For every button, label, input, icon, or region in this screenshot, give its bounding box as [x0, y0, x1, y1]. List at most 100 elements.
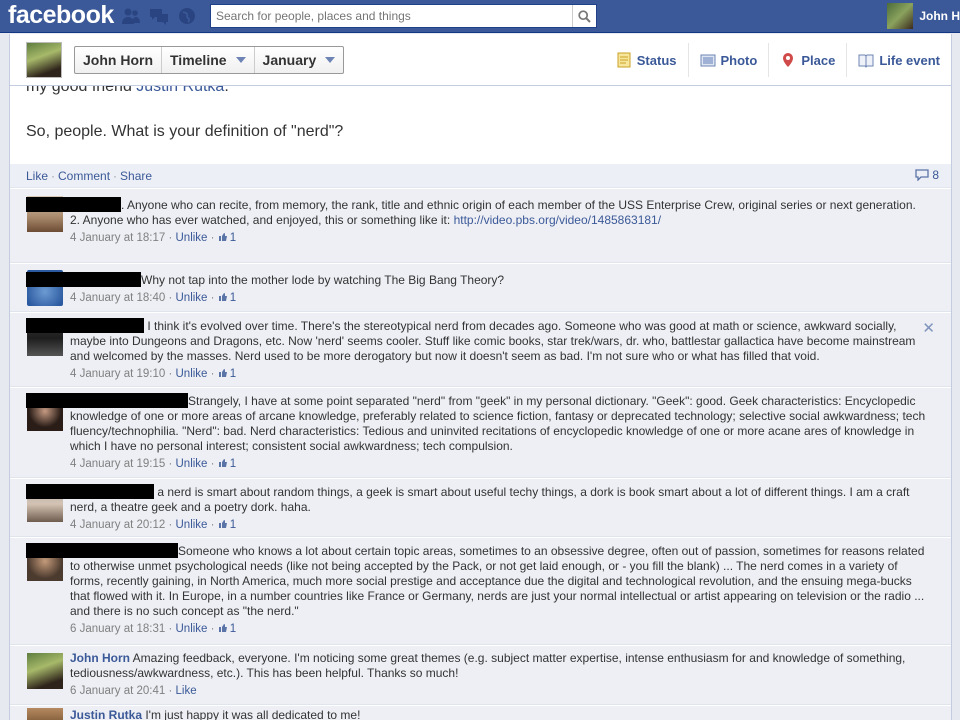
top-bar: facebook John H [0, 0, 960, 33]
separator: · [165, 623, 176, 635]
photo-icon [700, 54, 715, 67]
comment-item: Strangely, I have at some point separate… [10, 388, 951, 478]
photo-label: Photo [720, 52, 758, 68]
life-event-label: Life event [879, 52, 940, 68]
post-question: So, people. What is your definition of "… [26, 123, 344, 140]
search-input[interactable] [211, 5, 566, 27]
unlike-link[interactable]: Unlike [176, 519, 208, 531]
comment-date[interactable]: 4 January at 20:12 [70, 519, 165, 531]
commenter-name-link[interactable]: John Horn [70, 651, 130, 665]
like-count-value: 1 [229, 623, 237, 635]
messages-icon[interactable] [149, 7, 169, 25]
crumb-label: January [262, 52, 317, 68]
thumbs-up-icon [218, 233, 227, 241]
top-user-link[interactable]: John H [887, 2, 960, 30]
avatar[interactable] [27, 708, 63, 720]
crumb-month[interactable]: January [255, 47, 344, 73]
share-link[interactable]: Share [120, 169, 152, 183]
separator: · [165, 232, 176, 244]
separator: · [207, 292, 218, 304]
photo-button[interactable]: Photo [687, 43, 769, 77]
like-count[interactable]: 1 [218, 623, 236, 635]
comment-text: Amazing feedback, everyone. I'm noticing… [70, 651, 906, 680]
post-text-fragment: my good friend [26, 86, 137, 95]
thumbs-up-icon [218, 293, 227, 301]
unlike-link[interactable]: Unlike [176, 232, 208, 244]
comment-date[interactable]: 4 January at 18:17 [70, 232, 165, 244]
unlike-link[interactable]: Unlike [176, 458, 208, 470]
comment-date[interactable]: 6 January at 20:41 [70, 685, 165, 697]
chevron-down-icon [325, 57, 336, 63]
comment-text: I'm just happy it was all dedicated to m… [142, 708, 361, 720]
life-event-button[interactable]: Life event [846, 43, 951, 77]
thumbs-up-icon [218, 459, 227, 467]
comment-count[interactable]: 8 [915, 168, 939, 182]
notifications-globe-icon[interactable] [177, 7, 197, 25]
facebook-logo[interactable]: facebook [8, 1, 114, 30]
like-count[interactable]: 1 [218, 368, 236, 380]
avatar[interactable] [27, 653, 63, 689]
unlike-link[interactable]: Unlike [176, 623, 208, 635]
separator: · [165, 368, 176, 380]
comment-text: 2. Anyone who has ever watched, and enjo… [70, 213, 454, 227]
comment-text: Someone who knows a lot about certain to… [70, 544, 925, 618]
comment-bubble-icon [915, 169, 929, 181]
unlike-link[interactable]: Unlike [176, 368, 208, 380]
like-count[interactable]: 1 [218, 519, 236, 531]
like-count-value: 1 [229, 368, 237, 380]
comment-date[interactable]: 4 January at 19:10 [70, 368, 165, 380]
friend-requests-icon[interactable] [121, 7, 141, 25]
search-button[interactable] [572, 5, 596, 27]
crumb-profile-name[interactable]: John Horn [75, 47, 162, 73]
post-text-fragment: . [224, 86, 229, 95]
comment-text: Strangely, I have at some point separate… [70, 394, 926, 453]
redacted-name [26, 272, 141, 287]
separator: · [207, 368, 218, 380]
like-count[interactable]: 1 [218, 292, 236, 304]
separator: · [165, 292, 176, 304]
thumbs-up-icon [218, 369, 227, 377]
separator: · [165, 685, 176, 697]
search-icon [578, 9, 591, 23]
commenter-name-link[interactable]: Justin Rutka [70, 708, 142, 720]
comment-text: a nerd is smart about random things, a g… [70, 485, 910, 514]
comment-date[interactable]: 6 January at 18:31 [70, 623, 165, 635]
video-link[interactable]: http://video.pbs.org/video/1485863181/ [454, 213, 662, 227]
comment-link[interactable]: Comment [58, 169, 110, 183]
like-link[interactable]: Like [176, 685, 197, 697]
close-icon[interactable]: ✕ [922, 319, 935, 337]
comment-date[interactable]: 4 January at 19:15 [70, 458, 165, 470]
like-count[interactable]: 1 [218, 232, 236, 244]
redacted-name [26, 484, 154, 499]
comment-item: Someone who knows a lot about certain to… [10, 538, 951, 645]
comment-item: I think it's evolved over time. There's … [10, 313, 951, 387]
unlike-link[interactable]: Unlike [176, 292, 208, 304]
comment-text: I think it's evolved over time. There's … [70, 319, 916, 363]
comment-date[interactable]: 4 January at 18:40 [70, 292, 165, 304]
comment-item: . Anyone who can recite, from memory, th… [10, 189, 951, 263]
life-event-icon [858, 54, 874, 68]
separator: · [207, 519, 218, 531]
crumb-label: John Horn [83, 52, 153, 68]
place-button[interactable]: Place [768, 43, 846, 77]
like-link[interactable]: Like [26, 169, 48, 183]
comment-text: . Anyone who can recite, from memory, th… [121, 198, 916, 212]
crumb-timeline[interactable]: Timeline [162, 47, 255, 73]
comment-item: a nerd is smart about random things, a g… [10, 479, 951, 537]
page: facebook John H John Horn T [0, 0, 960, 720]
status-icon [617, 52, 631, 68]
like-count-value: 1 [229, 458, 237, 470]
thumbs-up-icon [218, 520, 227, 528]
separator: · [51, 169, 56, 183]
search-box[interactable] [210, 4, 597, 28]
tagged-friend-link[interactable]: Justin Rutka [136, 86, 224, 95]
comment-count-value: 8 [932, 168, 939, 182]
status-button[interactable]: Status [605, 43, 688, 77]
profile-avatar[interactable] [26, 42, 62, 78]
like-count[interactable]: 1 [218, 458, 236, 470]
separator: · [113, 169, 118, 183]
thumbs-up-icon [218, 624, 227, 632]
place-icon [783, 53, 794, 67]
separator: · [207, 623, 218, 635]
redacted-name [26, 543, 178, 558]
